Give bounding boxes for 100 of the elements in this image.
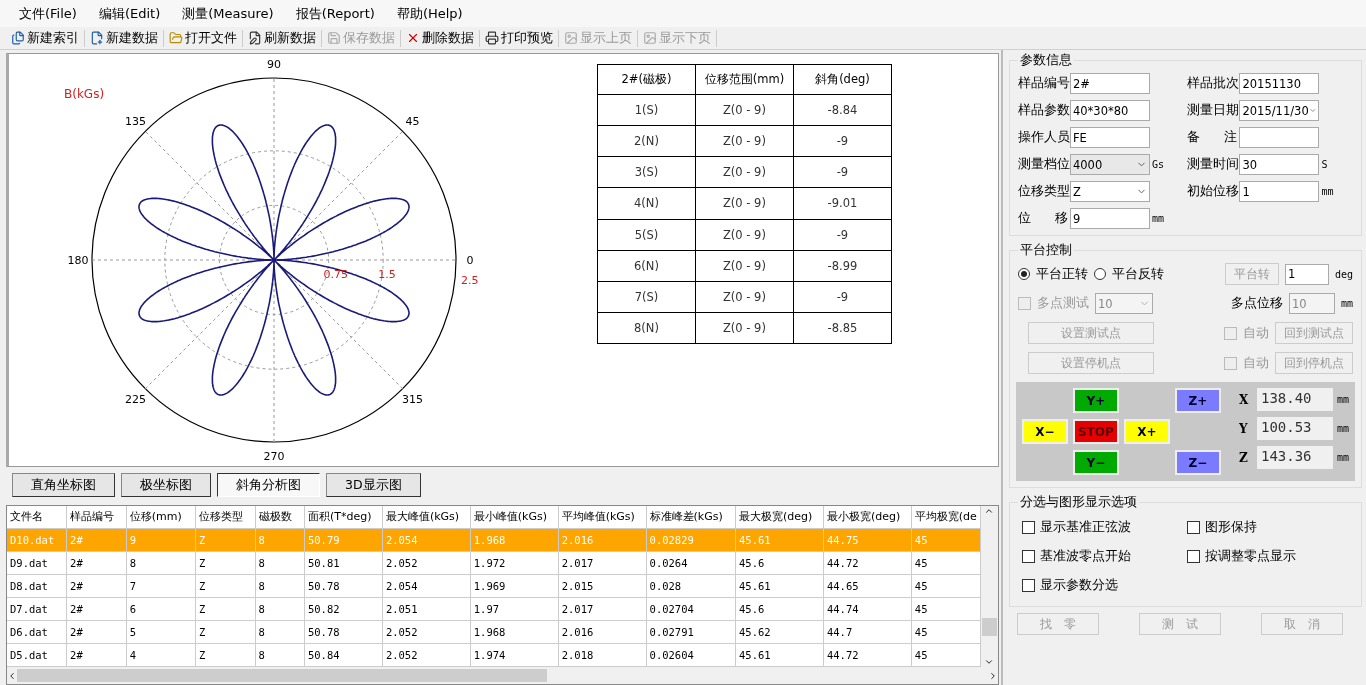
input-field[interactable] [1239,127,1320,148]
column-header: 标准峰差(kGs) [646,506,736,528]
checkbox[interactable] [1187,521,1201,534]
column-header: 平均极宽(de [911,506,981,528]
checkbox[interactable] [1021,550,1035,563]
scroll-thumb[interactable] [17,669,547,682]
folder-icon [169,31,183,45]
checkbox[interactable] [1021,521,1035,534]
table-cell[interactable]: D9.dat [7,551,67,574]
radio-button[interactable] [1093,268,1106,280]
jog-button[interactable]: Z− [1174,450,1221,475]
table-cell: 8(N) [597,312,696,344]
toolbar-button[interactable]: 新建索引 [6,29,85,47]
input-field[interactable]: 9 [1069,208,1150,229]
group-title: 分选与图形显示选项 [1018,494,1138,511]
checkbox[interactable] [1021,579,1035,592]
table-cell: -9 [793,219,892,251]
radius-label: 0.75 [323,268,349,281]
table-cell: 6(N) [597,250,696,282]
unit-label: mm [1151,213,1164,224]
field-label: 位移类型 [1017,183,1068,200]
table-cell[interactable]: D7.dat [7,597,67,620]
input-field[interactable]: FE [1069,127,1150,148]
dropdown[interactable]: 2015/11/30 [1239,100,1320,121]
table-cell[interactable]: D8.dat [7,574,67,597]
toolbar-button[interactable]: 刷新数据 [243,29,322,47]
jog-button[interactable]: X− [1021,419,1068,444]
table-cell: -8.84 [793,94,892,126]
scroll-left-icon[interactable] [7,670,17,681]
jog-button[interactable]: Y+ [1072,388,1119,413]
group-title: 参数信息 [1018,52,1073,69]
angle-label: 180 [67,254,89,267]
angle-label: 270 [263,450,285,463]
scroll-down-icon[interactable] [984,657,995,667]
table-cell: Z(0 - 9) [695,312,794,344]
dropdown[interactable]: 4000 [1069,154,1150,175]
documents-icon [11,31,25,45]
column-header: 最大峰值(kGs) [382,506,471,528]
radius-label: 1.5 [378,268,396,281]
field-label: 测量日期 [1187,102,1238,119]
table-cell: -9 [793,125,892,157]
checkbox[interactable] [1187,550,1201,563]
field-label: 样品批次 [1187,75,1238,92]
unit-label: S [1321,159,1328,170]
angle-label: 225 [124,392,146,406]
table-cell: Z(0 - 9) [695,187,794,219]
jog-button[interactable]: X+ [1123,419,1170,444]
printer-icon [485,31,499,45]
field-label: 多点位移 [1230,295,1283,312]
checkbox-label: 显示参数分选 [1039,577,1118,594]
table-cell: 4(N) [597,187,696,219]
input-field[interactable]: 30 [1239,154,1320,175]
scroll-thumb[interactable] [981,617,997,636]
table-cell: -9 [793,281,892,313]
menu-item[interactable]: 文件(File) [10,1,86,26]
column-header: 斜角(deg) [793,64,892,95]
field-label: 初始位移 [1187,183,1238,200]
toolbar-button[interactable]: 打印预览 [480,29,559,47]
jog-button[interactable]: Y− [1072,450,1119,475]
table-cell[interactable]: D5.dat [7,643,67,666]
column-header: 最小峰值(kGs) [470,506,559,528]
menu-item[interactable]: 报告(Report) [286,1,384,26]
jog-button[interactable]: Z+ [1174,388,1221,413]
input-field[interactable]: 20151130 [1239,73,1320,94]
table-cell: 3(S) [597,156,696,188]
field-label: 位移 [1017,210,1068,227]
column-header: 文件名 [7,506,67,528]
coordinate-readout: 100.53 [1256,417,1333,440]
toolbar-button[interactable]: 打开文件 [164,29,243,47]
unit-label: deg [1334,268,1353,280]
table-cell: -8.99 [793,250,892,282]
unit-label: mm [1340,298,1353,309]
axis-label: Z [1238,450,1249,465]
view-tab[interactable]: 直角坐标图 [12,473,115,497]
save-icon [327,31,341,45]
menu-item[interactable]: 帮助(Help) [387,1,472,26]
input-field[interactable]: 1 [1239,181,1320,202]
angle-label: 90 [267,60,281,71]
input-field[interactable]: 1 [1284,263,1329,285]
table-cell[interactable]: D6.dat [7,620,67,643]
dropdown[interactable]: Z [1069,181,1150,202]
field-label: 测量时间 [1187,156,1238,173]
view-tab[interactable]: 3D显示图 [326,473,421,497]
scroll-up-icon[interactable] [984,506,995,516]
table-cell: -9 [793,156,892,188]
angle-label: 0 [466,254,474,267]
column-header: 最大极宽(deg) [735,506,824,528]
field-label: 样品参数 [1017,102,1068,119]
toolbar-button[interactable]: 删除数据 [401,29,480,47]
view-tab[interactable]: 斜角分析图 [217,473,320,497]
menu-item[interactable]: 编辑(Edit) [89,1,170,26]
input-field[interactable]: 40*30*80 [1069,100,1150,121]
toolbar-button[interactable]: 新建数据 [85,29,164,47]
radio-button[interactable] [1017,268,1030,280]
input-field[interactable]: 2# [1069,73,1150,94]
view-tab[interactable]: 极坐标图 [121,473,211,497]
table-cell: Z(0 - 9) [695,219,794,251]
table-cell: 7(S) [597,281,696,313]
menu-item[interactable]: 测量(Measure) [173,1,283,26]
horizontal-scrollbar[interactable] [7,667,998,684]
